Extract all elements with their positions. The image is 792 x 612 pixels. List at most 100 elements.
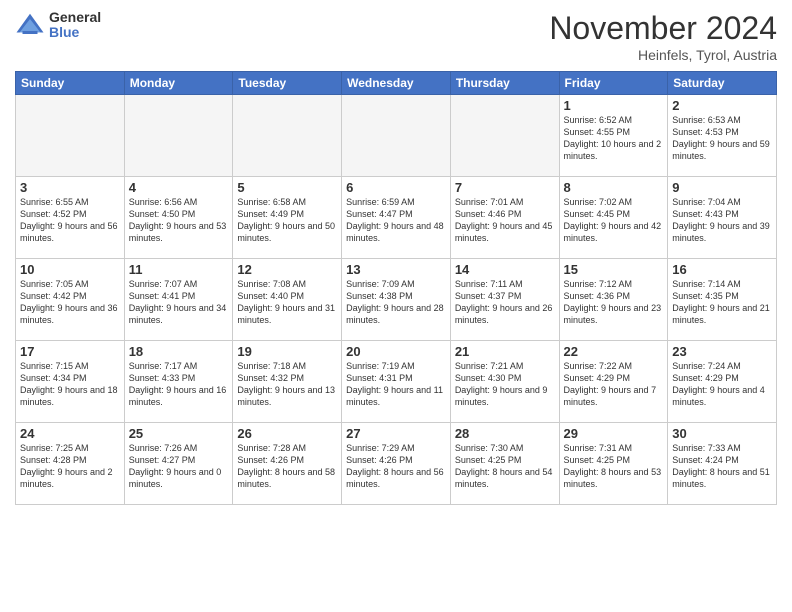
day-number: 3 [20, 180, 120, 195]
day-info: Sunrise: 7:30 AM Sunset: 4:25 PM Dayligh… [455, 442, 555, 491]
calendar-cell: 24Sunrise: 7:25 AM Sunset: 4:28 PM Dayli… [16, 423, 125, 505]
calendar-cell: 30Sunrise: 7:33 AM Sunset: 4:24 PM Dayli… [668, 423, 777, 505]
day-info: Sunrise: 6:59 AM Sunset: 4:47 PM Dayligh… [346, 196, 446, 245]
day-number: 6 [346, 180, 446, 195]
day-info: Sunrise: 7:28 AM Sunset: 4:26 PM Dayligh… [237, 442, 337, 491]
page-header: General Blue November 2024 Heinfels, Tyr… [15, 10, 777, 63]
day-info: Sunrise: 7:15 AM Sunset: 4:34 PM Dayligh… [20, 360, 120, 409]
day-number: 7 [455, 180, 555, 195]
calendar-week-row: 10Sunrise: 7:05 AM Sunset: 4:42 PM Dayli… [16, 259, 777, 341]
day-number: 21 [455, 344, 555, 359]
calendar-cell: 17Sunrise: 7:15 AM Sunset: 4:34 PM Dayli… [16, 341, 125, 423]
day-number: 15 [564, 262, 664, 277]
day-info: Sunrise: 7:29 AM Sunset: 4:26 PM Dayligh… [346, 442, 446, 491]
calendar-cell: 2Sunrise: 6:53 AM Sunset: 4:53 PM Daylig… [668, 95, 777, 177]
calendar-cell: 21Sunrise: 7:21 AM Sunset: 4:30 PM Dayli… [450, 341, 559, 423]
calendar-cell: 7Sunrise: 7:01 AM Sunset: 4:46 PM Daylig… [450, 177, 559, 259]
day-info: Sunrise: 7:08 AM Sunset: 4:40 PM Dayligh… [237, 278, 337, 327]
calendar-cell: 20Sunrise: 7:19 AM Sunset: 4:31 PM Dayli… [342, 341, 451, 423]
calendar-cell: 25Sunrise: 7:26 AM Sunset: 4:27 PM Dayli… [124, 423, 233, 505]
day-info: Sunrise: 7:09 AM Sunset: 4:38 PM Dayligh… [346, 278, 446, 327]
calendar-cell [450, 95, 559, 177]
day-info: Sunrise: 7:12 AM Sunset: 4:36 PM Dayligh… [564, 278, 664, 327]
col-tuesday: Tuesday [233, 72, 342, 95]
day-info: Sunrise: 7:31 AM Sunset: 4:25 PM Dayligh… [564, 442, 664, 491]
day-info: Sunrise: 6:58 AM Sunset: 4:49 PM Dayligh… [237, 196, 337, 245]
logo: General Blue [15, 10, 101, 41]
col-monday: Monday [124, 72, 233, 95]
day-number: 8 [564, 180, 664, 195]
calendar-cell: 13Sunrise: 7:09 AM Sunset: 4:38 PM Dayli… [342, 259, 451, 341]
day-number: 9 [672, 180, 772, 195]
calendar-cell: 10Sunrise: 7:05 AM Sunset: 4:42 PM Dayli… [16, 259, 125, 341]
calendar-week-row: 3Sunrise: 6:55 AM Sunset: 4:52 PM Daylig… [16, 177, 777, 259]
calendar-cell: 18Sunrise: 7:17 AM Sunset: 4:33 PM Dayli… [124, 341, 233, 423]
day-info: Sunrise: 6:55 AM Sunset: 4:52 PM Dayligh… [20, 196, 120, 245]
month-title: November 2024 [549, 10, 777, 47]
col-thursday: Thursday [450, 72, 559, 95]
day-number: 28 [455, 426, 555, 441]
calendar-header-row: Sunday Monday Tuesday Wednesday Thursday… [16, 72, 777, 95]
page-container: General Blue November 2024 Heinfels, Tyr… [0, 0, 792, 612]
day-info: Sunrise: 6:53 AM Sunset: 4:53 PM Dayligh… [672, 114, 772, 163]
day-number: 27 [346, 426, 446, 441]
day-info: Sunrise: 7:25 AM Sunset: 4:28 PM Dayligh… [20, 442, 120, 491]
day-number: 30 [672, 426, 772, 441]
calendar-week-row: 17Sunrise: 7:15 AM Sunset: 4:34 PM Dayli… [16, 341, 777, 423]
calendar-cell [16, 95, 125, 177]
day-info: Sunrise: 7:14 AM Sunset: 4:35 PM Dayligh… [672, 278, 772, 327]
calendar-cell: 6Sunrise: 6:59 AM Sunset: 4:47 PM Daylig… [342, 177, 451, 259]
calendar-cell: 29Sunrise: 7:31 AM Sunset: 4:25 PM Dayli… [559, 423, 668, 505]
day-number: 24 [20, 426, 120, 441]
title-block: November 2024 Heinfels, Tyrol, Austria [549, 10, 777, 63]
day-info: Sunrise: 7:05 AM Sunset: 4:42 PM Dayligh… [20, 278, 120, 327]
day-number: 2 [672, 98, 772, 113]
day-info: Sunrise: 7:33 AM Sunset: 4:24 PM Dayligh… [672, 442, 772, 491]
calendar-cell [124, 95, 233, 177]
col-saturday: Saturday [668, 72, 777, 95]
day-info: Sunrise: 7:26 AM Sunset: 4:27 PM Dayligh… [129, 442, 229, 491]
day-info: Sunrise: 6:56 AM Sunset: 4:50 PM Dayligh… [129, 196, 229, 245]
day-number: 5 [237, 180, 337, 195]
col-friday: Friday [559, 72, 668, 95]
calendar-cell: 19Sunrise: 7:18 AM Sunset: 4:32 PM Dayli… [233, 341, 342, 423]
calendar-cell: 8Sunrise: 7:02 AM Sunset: 4:45 PM Daylig… [559, 177, 668, 259]
day-info: Sunrise: 7:21 AM Sunset: 4:30 PM Dayligh… [455, 360, 555, 409]
day-number: 20 [346, 344, 446, 359]
day-info: Sunrise: 7:11 AM Sunset: 4:37 PM Dayligh… [455, 278, 555, 327]
calendar-cell: 5Sunrise: 6:58 AM Sunset: 4:49 PM Daylig… [233, 177, 342, 259]
day-number: 13 [346, 262, 446, 277]
calendar-week-row: 24Sunrise: 7:25 AM Sunset: 4:28 PM Dayli… [16, 423, 777, 505]
day-number: 18 [129, 344, 229, 359]
day-number: 14 [455, 262, 555, 277]
logo-text: General Blue [49, 10, 101, 41]
day-number: 12 [237, 262, 337, 277]
day-info: Sunrise: 6:52 AM Sunset: 4:55 PM Dayligh… [564, 114, 664, 163]
calendar-cell: 22Sunrise: 7:22 AM Sunset: 4:29 PM Dayli… [559, 341, 668, 423]
calendar-cell: 1Sunrise: 6:52 AM Sunset: 4:55 PM Daylig… [559, 95, 668, 177]
day-number: 19 [237, 344, 337, 359]
calendar-cell [233, 95, 342, 177]
day-number: 23 [672, 344, 772, 359]
day-info: Sunrise: 7:07 AM Sunset: 4:41 PM Dayligh… [129, 278, 229, 327]
calendar-cell: 26Sunrise: 7:28 AM Sunset: 4:26 PM Dayli… [233, 423, 342, 505]
calendar-cell: 23Sunrise: 7:24 AM Sunset: 4:29 PM Dayli… [668, 341, 777, 423]
day-info: Sunrise: 7:01 AM Sunset: 4:46 PM Dayligh… [455, 196, 555, 245]
calendar-week-row: 1Sunrise: 6:52 AM Sunset: 4:55 PM Daylig… [16, 95, 777, 177]
day-number: 16 [672, 262, 772, 277]
calendar-cell: 12Sunrise: 7:08 AM Sunset: 4:40 PM Dayli… [233, 259, 342, 341]
logo-general: General [49, 10, 101, 25]
logo-icon [15, 10, 45, 40]
day-info: Sunrise: 7:02 AM Sunset: 4:45 PM Dayligh… [564, 196, 664, 245]
location: Heinfels, Tyrol, Austria [549, 47, 777, 63]
day-number: 1 [564, 98, 664, 113]
day-number: 17 [20, 344, 120, 359]
day-number: 4 [129, 180, 229, 195]
calendar-cell: 3Sunrise: 6:55 AM Sunset: 4:52 PM Daylig… [16, 177, 125, 259]
calendar-cell: 15Sunrise: 7:12 AM Sunset: 4:36 PM Dayli… [559, 259, 668, 341]
day-info: Sunrise: 7:19 AM Sunset: 4:31 PM Dayligh… [346, 360, 446, 409]
day-info: Sunrise: 7:04 AM Sunset: 4:43 PM Dayligh… [672, 196, 772, 245]
day-number: 26 [237, 426, 337, 441]
calendar-cell: 9Sunrise: 7:04 AM Sunset: 4:43 PM Daylig… [668, 177, 777, 259]
day-number: 29 [564, 426, 664, 441]
